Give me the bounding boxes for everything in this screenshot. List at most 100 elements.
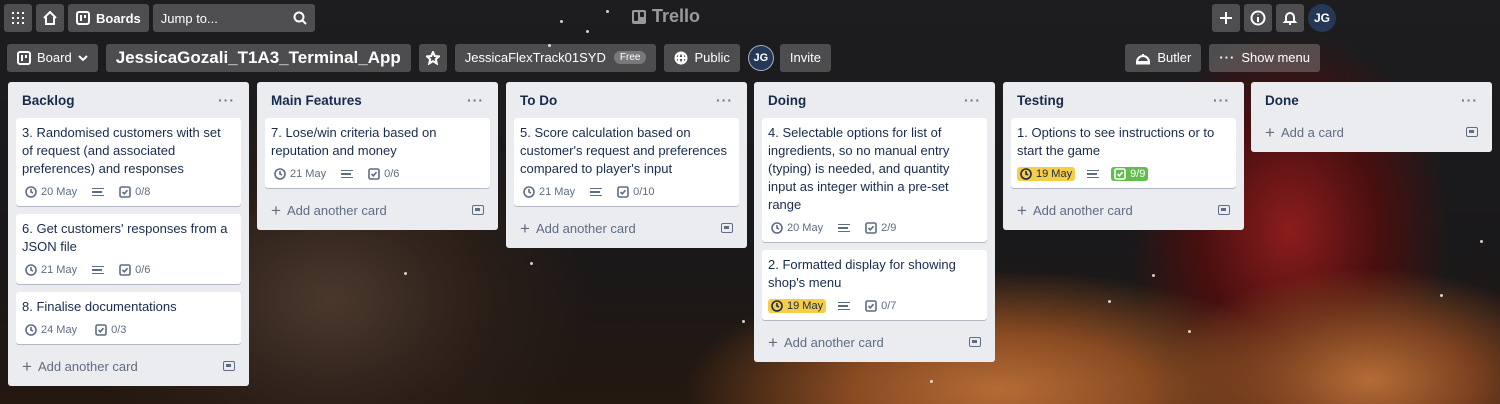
clock-icon xyxy=(1020,168,1032,180)
list-done: Done ··· + Add a card xyxy=(1251,82,1492,152)
list-actions-icon[interactable]: ··· xyxy=(1461,92,1478,108)
home-button[interactable] xyxy=(36,4,64,32)
add-card-label: Add another card xyxy=(286,202,387,218)
due-date-badge[interactable]: 19 May xyxy=(1017,167,1076,181)
list-actions-icon[interactable]: ··· xyxy=(716,92,733,108)
board-header: Board JessicaGozali_T1A3_Terminal_App Je… xyxy=(7,43,1500,72)
plus-icon: + xyxy=(520,218,530,238)
list-actions-icon[interactable]: ··· xyxy=(964,92,981,108)
due-date-badge[interactable]: 21 May xyxy=(22,263,80,277)
plus-icon xyxy=(1220,12,1232,24)
add-card-button[interactable]: + Add a card xyxy=(1259,118,1484,146)
checklist-badge: 0/6 xyxy=(116,263,153,277)
checklist-icon xyxy=(95,324,107,336)
checklist-icon xyxy=(119,264,131,276)
add-card-button[interactable]: + Add another card xyxy=(265,196,490,224)
list-actions-icon[interactable]: ··· xyxy=(467,92,484,108)
list-title[interactable]: Doing xyxy=(768,93,806,108)
checklist-count: 0/10 xyxy=(633,186,655,198)
workspace-button[interactable]: JessicaFlexTrack01SYD Free xyxy=(454,43,657,72)
description-icon xyxy=(341,169,354,179)
card[interactable]: 5. Score calculation based on customer's… xyxy=(514,118,739,206)
card-template-icon[interactable] xyxy=(472,205,484,215)
plus-icon: + xyxy=(22,356,32,376)
list-backlog: Backlog ··· 3. Randomised customers with… xyxy=(8,82,249,386)
boards-button[interactable]: Boards xyxy=(68,4,149,32)
due-date: 24 May xyxy=(41,324,78,336)
checklist-icon xyxy=(119,186,131,198)
workspace-plan-badge: Free xyxy=(613,51,647,64)
user-avatar[interactable]: JG xyxy=(1308,4,1336,32)
globe-icon xyxy=(674,51,688,65)
notifications-button[interactable] xyxy=(1276,4,1304,32)
star-button[interactable] xyxy=(418,43,447,72)
clock-icon xyxy=(25,264,37,276)
card[interactable]: 4. Selectable options for list of ingred… xyxy=(762,118,987,242)
plus-icon: + xyxy=(1017,200,1027,220)
card-title: 6. Get customers' responses from a JSON … xyxy=(22,221,228,254)
show-menu-button[interactable]: ··· Show menu xyxy=(1209,43,1320,72)
trello-logo[interactable]: Trello xyxy=(632,6,700,27)
search-placeholder: Jump to... xyxy=(160,10,218,26)
card-template-icon[interactable] xyxy=(721,223,733,233)
checklist-badge: 2/9 xyxy=(862,221,899,235)
due-date-badge[interactable]: 24 May xyxy=(22,323,80,337)
due-date-badge[interactable]: 20 May xyxy=(768,221,826,235)
board-title[interactable]: JessicaGozali_T1A3_Terminal_App xyxy=(105,43,411,72)
card-template-icon[interactable] xyxy=(1218,205,1230,215)
add-card-button[interactable]: + Add another card xyxy=(1011,196,1236,224)
create-button[interactable] xyxy=(1212,4,1240,32)
board-view-switcher[interactable]: Board xyxy=(7,43,98,72)
add-card-button[interactable]: + Add another card xyxy=(16,352,241,380)
butler-button[interactable]: Butler xyxy=(1125,43,1202,72)
checklist-badge: 0/3 xyxy=(92,323,129,337)
card-title: 1. Options to see instructions or to sta… xyxy=(1017,125,1215,158)
bell-icon xyxy=(1282,12,1298,25)
add-card-label: Add another card xyxy=(535,220,636,236)
due-date-badge[interactable]: 19 May xyxy=(768,299,827,313)
card-title: 2. Formatted display for showing shop's … xyxy=(768,257,956,290)
search-input[interactable]: Jump to... xyxy=(152,4,315,32)
card-template-icon[interactable] xyxy=(223,361,235,371)
info-button[interactable] xyxy=(1244,4,1272,32)
clock-icon xyxy=(25,324,37,336)
card[interactable]: 6. Get customers' responses from a JSON … xyxy=(16,214,241,284)
show-menu-label: Show menu xyxy=(1241,50,1310,65)
card[interactable]: 7. Lose/win criteria based on reputation… xyxy=(265,118,490,188)
list-testing: Testing ··· 1. Options to see instructio… xyxy=(1003,82,1244,230)
add-card-button[interactable]: + Add another card xyxy=(514,214,739,242)
checklist-count: 0/8 xyxy=(135,186,151,198)
card-title: 4. Selectable options for list of ingred… xyxy=(768,125,950,212)
due-date: 20 May xyxy=(41,186,78,198)
board-view-label: Board xyxy=(37,50,72,65)
description-icon xyxy=(838,223,851,233)
list-title[interactable]: To Do xyxy=(520,93,557,108)
card[interactable]: 2. Formatted display for showing shop's … xyxy=(762,250,987,320)
card[interactable]: 1. Options to see instructions or to sta… xyxy=(1011,118,1236,188)
card[interactable]: 3. Randomised customers with set of requ… xyxy=(16,118,241,206)
description-icon xyxy=(838,301,851,311)
card[interactable]: 8. Finalise documentations 24 May 0/3 xyxy=(16,292,241,344)
due-date-badge[interactable]: 21 May xyxy=(520,185,578,199)
list-title[interactable]: Testing xyxy=(1017,93,1064,108)
add-card-label: Add a card xyxy=(1280,124,1344,140)
list-title[interactable]: Done xyxy=(1265,93,1299,108)
due-date-badge[interactable]: 20 May xyxy=(22,185,80,199)
info-icon xyxy=(1250,10,1266,26)
visibility-button[interactable]: Public xyxy=(664,43,740,72)
card-template-icon[interactable] xyxy=(1466,127,1478,137)
checklist-icon xyxy=(865,300,877,312)
member-avatar[interactable]: JG xyxy=(747,44,774,71)
card-title: 3. Randomised customers with set of requ… xyxy=(22,125,221,176)
list-title[interactable]: Main Features xyxy=(271,93,362,108)
apps-button[interactable] xyxy=(4,4,32,32)
due-date-badge[interactable]: 21 May xyxy=(271,167,329,181)
list-actions-icon[interactable]: ··· xyxy=(1213,92,1230,108)
add-card-button[interactable]: + Add another card xyxy=(762,328,987,356)
clock-icon xyxy=(771,222,783,234)
list-title[interactable]: Backlog xyxy=(22,93,75,108)
card-template-icon[interactable] xyxy=(969,337,981,347)
card-title: 7. Lose/win criteria based on reputation… xyxy=(271,125,437,158)
invite-button[interactable]: Invite xyxy=(779,43,831,72)
list-actions-icon[interactable]: ··· xyxy=(218,92,235,108)
